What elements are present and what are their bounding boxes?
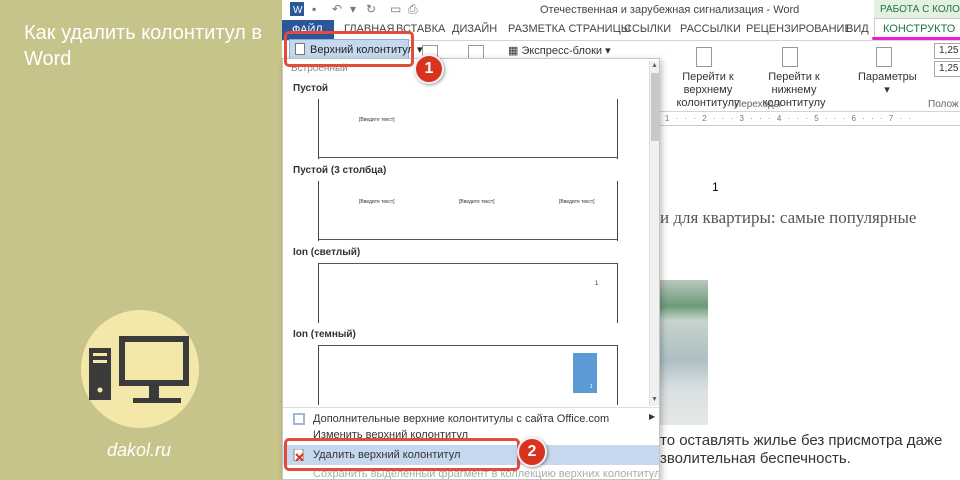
page-number: 1	[590, 384, 593, 390]
scroll-down-icon[interactable]: ▼	[651, 396, 658, 403]
header-rule	[319, 157, 617, 158]
word-app-icon: W	[290, 2, 304, 19]
ion-dark-block: 1	[573, 353, 597, 393]
position-group-label: Полож	[928, 99, 959, 110]
express-blocks-button[interactable]: ▦ Экспресс-блоки ▾	[508, 45, 628, 58]
step-badge-2: 2	[517, 437, 547, 467]
gallery-item-blank[interactable]: [Введите текст]	[318, 99, 618, 159]
scrollbar-thumb[interactable]	[651, 73, 659, 141]
submenu-arrow-icon: ▶	[649, 412, 656, 421]
menu-item-label: Дополнительные верхние колонтитулы с сай…	[313, 413, 610, 425]
callout-frame-2	[284, 438, 520, 471]
document-text-line: то оставлять жилье без присмотра даже	[660, 432, 943, 449]
document-text-line: зволительная беспечность.	[660, 450, 851, 467]
brand-name: dakol.ru	[107, 440, 172, 460]
document-heading: и для квартиры: самые популярные	[660, 208, 917, 227]
gallery-item-ion-dark[interactable]: 1	[318, 345, 618, 405]
document-image	[660, 280, 708, 425]
footer-position-field[interactable]: 1,25 с	[934, 61, 960, 77]
params-icon	[876, 47, 892, 67]
gallery-section-label: Ion (светлый)	[293, 247, 361, 258]
placeholder-text: [Введите текст]	[459, 199, 495, 205]
tab-references[interactable]: ССЫЛКИ	[624, 23, 671, 35]
undo-icon[interactable]: ↶	[332, 2, 342, 16]
article-panel: Как удалить колонтитул в Word dakol.ru	[0, 0, 280, 480]
gallery-section-label: Ion (темный)	[293, 329, 356, 340]
tab-page-layout[interactable]: РАЗМЕТКА СТРАНИЦЫ	[508, 23, 630, 35]
title-bar: W ▪ ↶ ▾ ↻ ▭ ⎙ Отечественная и зарубежная…	[282, 0, 960, 20]
print-icon[interactable]: ⎙	[408, 2, 418, 17]
header-rule	[319, 263, 617, 264]
redo-icon[interactable]: ↻	[366, 2, 376, 16]
express-blocks-icon: ▦	[508, 45, 522, 57]
page-number-marker: 1	[712, 180, 719, 194]
tab-design[interactable]: ДИЗАЙН	[452, 23, 497, 35]
transitions-group-label: Переходы	[734, 99, 781, 110]
undo-dropdown-icon[interactable]: ▾	[350, 2, 356, 16]
goto-header-icon	[696, 47, 712, 67]
office-online-icon	[293, 413, 305, 425]
svg-text:W: W	[293, 5, 303, 16]
horizontal-ruler: · 1 · · · 2 · · · 3 · · · 4 · · · 5 · · …	[656, 114, 960, 126]
article-title: Как удалить колонтитул в Word	[24, 22, 263, 70]
header-rule	[319, 345, 617, 346]
gallery-scrollbar[interactable]: ▲ ▼	[649, 61, 659, 406]
document-title: Отечественная и зарубежная сигнализация …	[540, 4, 800, 16]
scroll-up-icon[interactable]: ▲	[651, 62, 658, 69]
header-position-field[interactable]: 1,25 с	[934, 43, 960, 59]
gallery-section-label: Пустой	[293, 83, 329, 94]
tab-mailings[interactable]: РАССЫЛКИ	[680, 23, 741, 35]
express-blocks-label: Экспресс-блоки	[521, 45, 603, 57]
placeholder-text: [Введите текст]	[359, 199, 395, 205]
menu-divider	[283, 407, 659, 408]
gallery-item-blank-three-columns[interactable]: [Введите текст] [Введите текст] [Введите…	[318, 181, 618, 241]
gallery-section-label: Пустой (3 столбца)	[293, 165, 387, 176]
tab-view[interactable]: ВИД	[846, 23, 869, 35]
contextual-tab-group: РАБОТА С КОЛОНТИТ	[874, 0, 960, 18]
header-gallery: Встроенный Пустой [Введите текст] Пустой…	[282, 58, 660, 480]
goto-footer-icon	[782, 47, 798, 67]
document-page[interactable]: 1 и для квартиры: самые популярные то ос…	[656, 128, 960, 480]
tab-review[interactable]: РЕЦЕНЗИРОВАНИЕ	[746, 23, 852, 35]
computer-logo-icon	[81, 310, 199, 428]
save-icon[interactable]: ▪	[312, 2, 316, 16]
more-headers-office-menu-item[interactable]: Дополнительные верхние колонтитулы с сай…	[283, 409, 659, 429]
gallery-item-ion-light[interactable]: 1	[318, 263, 618, 323]
placeholder-text: [Введите текст]	[359, 117, 395, 123]
page-number: 1	[595, 281, 599, 287]
callout-frame-1	[284, 31, 414, 67]
header-rule	[319, 239, 617, 240]
step-badge-1: 1	[414, 54, 444, 84]
new-doc-icon[interactable]: ▭	[390, 2, 401, 16]
params-button[interactable]: Параметры ▾	[858, 71, 917, 97]
placeholder-text: [Введите текст]	[559, 199, 595, 205]
params-label: Параметры	[858, 71, 917, 83]
